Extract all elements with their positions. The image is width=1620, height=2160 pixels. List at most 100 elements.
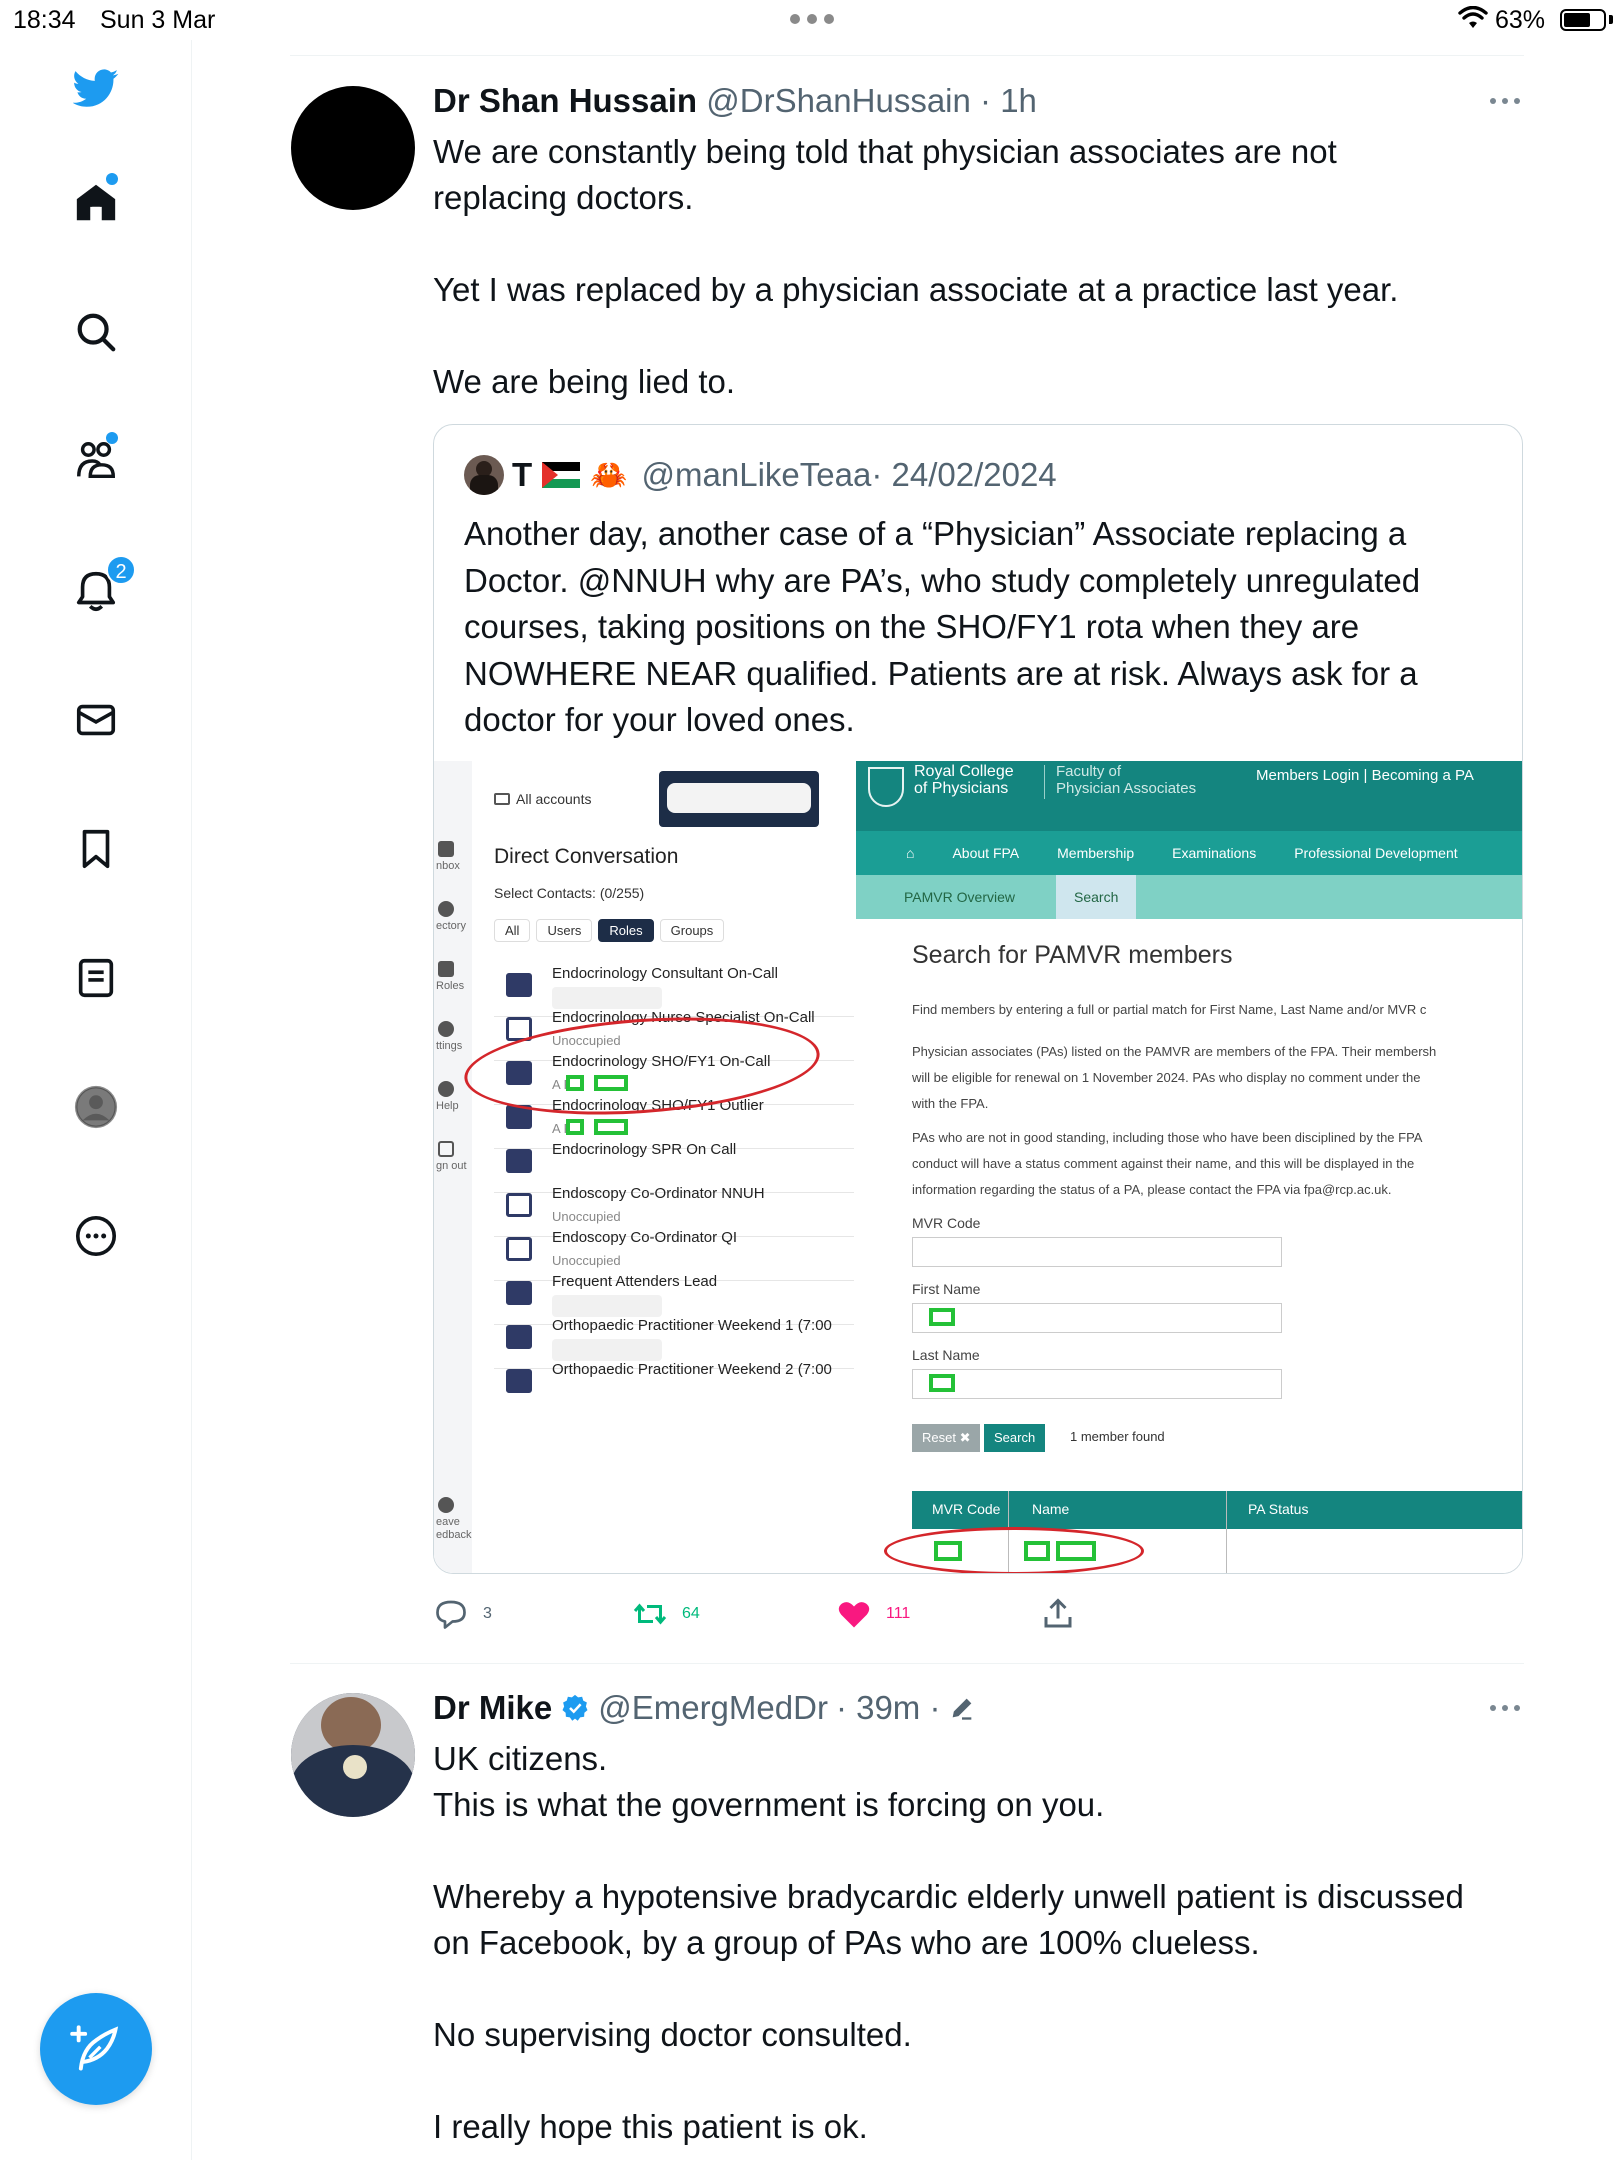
site-subnav: PAMVR Overview Search [856, 875, 1522, 919]
palestine-flag-icon [542, 462, 581, 488]
retweet-icon [633, 1603, 667, 1625]
filter-groups: Groups [659, 919, 725, 942]
subtab-overview: PAMVR Overview [904, 889, 1015, 905]
more-icon[interactable] [1490, 98, 1520, 106]
rail-inbox: nbox [436, 841, 470, 872]
compose-tweet-button[interactable] [40, 1993, 152, 2105]
mvr-code-label: MVR Code [912, 1215, 981, 1231]
avatar[interactable] [291, 86, 415, 210]
role-badge-icon [506, 1325, 532, 1349]
author-handle[interactable]: @DrShanHussain [706, 82, 971, 119]
status-bar: 18:34 Sun 3 Mar 63% [0, 0, 1620, 40]
tweet-line [433, 1828, 1523, 1874]
tweet-line [433, 1966, 1523, 2012]
lists-icon[interactable] [70, 952, 122, 1004]
contact-filters: All Users Roles Groups [494, 919, 725, 942]
tweet-line: This is what the government is forcing o… [433, 1786, 1105, 1823]
retweet-button[interactable]: 64 [632, 1596, 700, 1632]
home-icon: ⌂ [906, 845, 915, 861]
like-button[interactable]: 111 [836, 1596, 910, 1632]
more-options-icon[interactable] [70, 1210, 122, 1262]
search-icon[interactable] [70, 306, 122, 358]
table-divider [1226, 1491, 1227, 1573]
site-logo-text: Royal College of Physicians [914, 763, 1014, 797]
tweet-time[interactable]: · 1h [980, 82, 1037, 119]
wifi-icon [1458, 6, 1488, 28]
search-button: Search [984, 1424, 1046, 1452]
tweet-line [433, 221, 1523, 267]
quoted-tweet[interactable]: T 🦀 @manLikeTeaa · 24/02/2024 Another da… [433, 424, 1523, 1574]
site-heading: Search for PAMVR members [912, 941, 1233, 969]
quote-header: T 🦀 @manLikeTeaa · 24/02/2024 [464, 455, 1057, 495]
rcp-crest-icon [868, 767, 904, 807]
quote-author-handle[interactable]: @manLikeTeaa [642, 456, 872, 494]
role-badge-icon [506, 1193, 532, 1217]
quote-line: NOWHERE NEAR qualified. Patients are at … [464, 654, 1418, 692]
home-icon[interactable] [70, 177, 122, 229]
share-button[interactable] [1040, 1596, 1076, 1632]
reply-button[interactable]: 3 [433, 1596, 492, 1632]
timeline-top-divider [290, 55, 1524, 56]
account-switcher [659, 771, 819, 827]
results-count: 1 member found [1070, 1429, 1165, 1444]
site-paragraph: Find members by entering a full or parti… [912, 1002, 1427, 1017]
site-nav-item: Examinations [1172, 845, 1257, 861]
role-badge-icon [506, 1281, 532, 1305]
subtab-search: Search [1056, 875, 1137, 919]
rail-roles: Roles [436, 961, 470, 992]
red-circle-annotation [884, 1527, 1144, 1573]
tweet-line: No supervising doctor consulted. [433, 2016, 912, 2053]
like-count: 111 [886, 1605, 911, 1622]
tweet-header: Dr Shan Hussain @DrShanHussain · 1h [433, 82, 1037, 120]
quote-line: courses, taking positions on the SHO/FY1… [464, 608, 1360, 645]
role-name: Orthopaedic Practitioner Weekend 2 (7:00 [552, 1361, 832, 1378]
quote-time[interactable]: · 24/02/2024 [871, 456, 1056, 494]
conversation-title: Direct Conversation [494, 845, 679, 868]
author-handle[interactable]: @EmergMedDr [598, 1689, 828, 1727]
logo-divider [1044, 765, 1045, 799]
site-screenshot: Royal College of Physicians Faculty of Phy… [856, 761, 1522, 1573]
edited-pencil-icon[interactable] [948, 1694, 976, 1722]
role-name: Endoscopy Co-Ordinator NNUH [552, 1185, 765, 1202]
heart-icon [838, 1602, 870, 1628]
tweet-divider [290, 1663, 1524, 1664]
profile-avatar-icon[interactable] [70, 1081, 122, 1133]
tweet-time[interactable]: · 39m · [836, 1689, 941, 1727]
site-header: Royal College of Physicians Faculty of Phy… [856, 761, 1522, 831]
tweet-header: Dr Mike @EmergMedDr · 39m · [433, 1689, 976, 1727]
green-redaction [929, 1308, 955, 1326]
column-header: PA Status [1248, 1501, 1309, 1517]
sidebar-nav: 2 [0, 40, 192, 2160]
rail-settings: ttings [436, 1021, 470, 1052]
messages-icon[interactable] [70, 694, 122, 746]
bookmarks-icon[interactable] [70, 823, 122, 875]
last-name-label: Last Name [912, 1347, 980, 1363]
first-name-field [912, 1303, 1282, 1333]
site-paragraph: Physician associates (PAs) listed on the… [912, 1044, 1437, 1111]
results-table-header: MVR Code Name PA Status [912, 1491, 1522, 1529]
avatar[interactable] [291, 1693, 415, 1817]
site-nav-item: Professional Development [1294, 845, 1458, 861]
role-name: Endocrinology Consultant On-Call [552, 965, 778, 982]
date: Sun 3 Mar [100, 6, 216, 34]
last-name-field [912, 1369, 1282, 1399]
all-accounts-button: All accounts [494, 791, 591, 807]
rail-help: Help [436, 1081, 470, 1112]
quote-media-image[interactable]: nbox ectory Roles ttings Help gn out eav… [434, 761, 1522, 1573]
quote-author-name[interactable]: T [512, 456, 532, 494]
more-icon[interactable] [1490, 1705, 1520, 1713]
author-name[interactable]: Dr Mike [433, 1689, 552, 1727]
reset-button: Reset ✖ [912, 1424, 981, 1452]
clock: 18:34 [13, 6, 76, 34]
filter-users: Users [536, 919, 593, 942]
battery-icon [1560, 9, 1606, 31]
green-redaction [929, 1374, 955, 1392]
twitter-logo-icon[interactable] [70, 62, 122, 114]
reply-count: 3 [483, 1605, 492, 1622]
filter-all: All [494, 919, 531, 942]
tweet-line: on Facebook, by a group of PAs who are 1… [433, 1924, 1260, 1961]
feather-plus-icon [70, 2025, 119, 2071]
site-nav-item: About FPA [952, 845, 1020, 861]
multitasking-dots-icon[interactable] [790, 14, 834, 24]
author-name[interactable]: Dr Shan Hussain [433, 82, 697, 119]
